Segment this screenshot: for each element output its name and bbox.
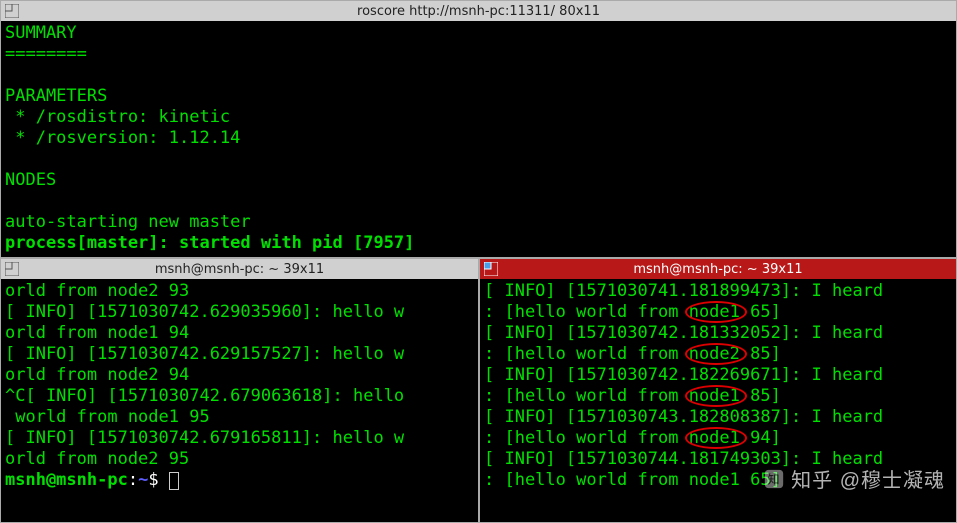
terminal-line: orld from node2 95 xyxy=(5,449,474,470)
talker-title: msnh@msnh-pc: ~ 39x11 xyxy=(155,262,324,277)
roscore-terminal-body[interactable]: SUMMARY======== PARAMETERS * /rosdistro:… xyxy=(1,21,956,256)
terminal-line: PARAMETERS xyxy=(5,86,952,107)
annotation-circle xyxy=(685,301,747,323)
terminal-line: : [hello world from node1 94] xyxy=(484,428,952,449)
terminal-line: [ INFO] [1571030742.629035960]: hello w xyxy=(5,302,474,323)
shell-prompt[interactable]: msnh@msnh-pc:~$ xyxy=(5,470,474,491)
terminal-line: : [hello world from node1 85] xyxy=(484,386,952,407)
annotation-circle xyxy=(685,343,747,365)
terminal-line: SUMMARY xyxy=(5,23,952,44)
circled-node: node2 xyxy=(689,344,740,364)
terminal-line: * /rosversion: 1.12.14 xyxy=(5,128,952,149)
listener-titlebar[interactable]: msnh@msnh-pc: ~ 39x11 xyxy=(480,259,956,279)
talker-terminal-body[interactable]: orld from node2 93[ INFO] [1571030742.62… xyxy=(1,279,478,493)
terminal-line: [ INFO] [1571030742.181332052]: I heard xyxy=(484,323,952,344)
roscore-titlebar[interactable]: roscore http://msnh-pc:11311/ 80x11 xyxy=(1,1,956,21)
terminal-line: ======== xyxy=(5,44,952,65)
roscore-pane: roscore http://msnh-pc:11311/ 80x11 SUMM… xyxy=(0,0,957,258)
listener-terminal-body[interactable]: [ INFO] [1571030741.181899473]: I heard:… xyxy=(480,279,956,493)
terminal-line: process[master]: started with pid [7957] xyxy=(5,233,952,254)
circled-node: node1 xyxy=(689,386,740,406)
terminal-line xyxy=(5,191,952,212)
terminal-line: : [hello world from node2 85] xyxy=(484,344,952,365)
listener-title: msnh@msnh-pc: ~ 39x11 xyxy=(633,262,802,277)
talker-titlebar[interactable]: msnh@msnh-pc: ~ 39x11 xyxy=(1,259,478,279)
terminal-line xyxy=(5,149,952,170)
terminal-line: orld from node1 94 xyxy=(5,323,474,344)
listener-pane: msnh@msnh-pc: ~ 39x11 [ INFO] [157103074… xyxy=(479,258,957,523)
terminal-line: [ INFO] [1571030742.679165811]: hello w xyxy=(5,428,474,449)
terminal-line xyxy=(5,65,952,86)
cursor xyxy=(169,472,179,490)
terminal-line: world from node1 95 xyxy=(5,407,474,428)
terminal-line: orld from node2 93 xyxy=(5,281,474,302)
circled-node: node1 xyxy=(689,428,740,448)
annotation-circle xyxy=(685,385,747,407)
circled-node: node1 xyxy=(689,302,740,322)
terminal-line: ^C[ INFO] [1571030742.679063618]: hello xyxy=(5,386,474,407)
terminal-line: : [hello world from node1 65] xyxy=(484,302,952,323)
terminal-line: [ INFO] [1571030741.181899473]: I heard xyxy=(484,281,952,302)
terminal-line: orld from node2 94 xyxy=(5,365,474,386)
talker-pane: msnh@msnh-pc: ~ 39x11 orld from node2 93… xyxy=(0,258,479,523)
terminal-line: NODES xyxy=(5,170,952,191)
terminal-line: [ INFO] [1571030744.181749303]: I heard xyxy=(484,449,952,470)
terminal-line: auto-starting new master xyxy=(5,212,952,233)
terminal-line: [ INFO] [1571030742.182269671]: I heard xyxy=(484,365,952,386)
tile-icon xyxy=(3,260,21,278)
terminal-line: : [hello world from node1 65] xyxy=(484,470,952,491)
terminal-line: * /rosdistro: kinetic xyxy=(5,107,952,128)
tile-icon xyxy=(3,2,21,20)
annotation-circle xyxy=(685,427,747,449)
terminal-line: [ INFO] [1571030743.182808387]: I heard xyxy=(484,407,952,428)
terminal-line: [ INFO] [1571030742.629157527]: hello w xyxy=(5,344,474,365)
roscore-title: roscore http://msnh-pc:11311/ 80x11 xyxy=(357,4,600,19)
tile-icon xyxy=(482,260,500,278)
